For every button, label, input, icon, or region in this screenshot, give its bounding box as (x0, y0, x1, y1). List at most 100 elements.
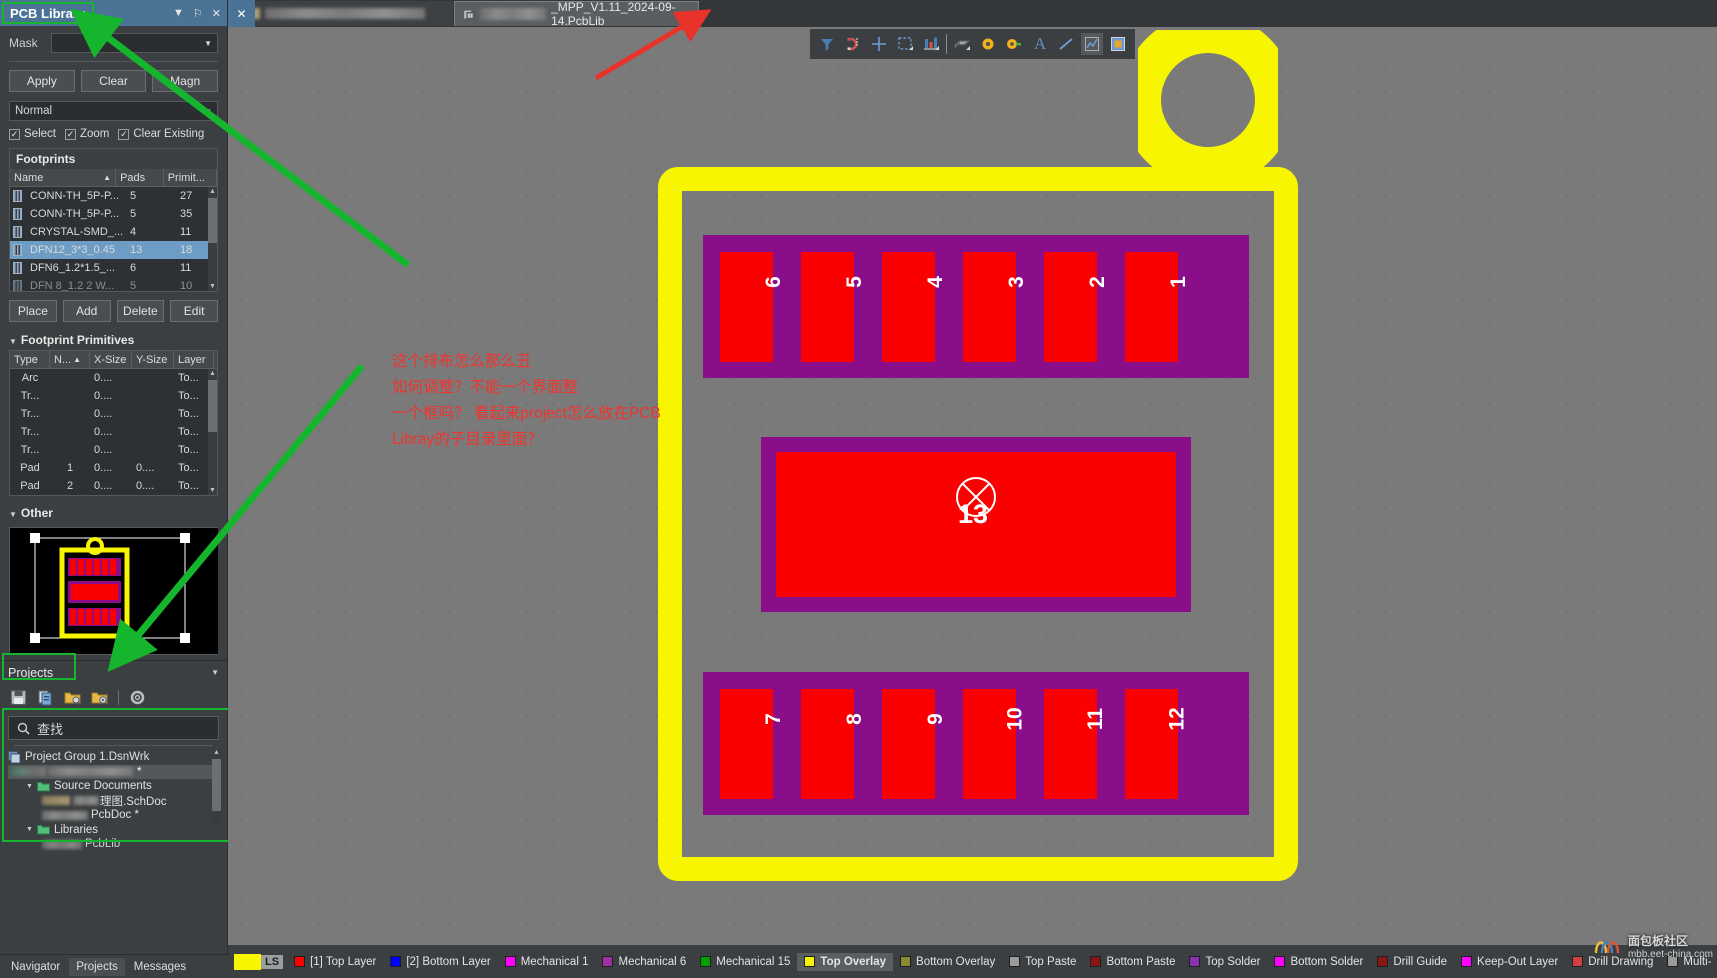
table-row[interactable]: Pad 2 0.... 0.... To... (10, 477, 217, 495)
scroll-thumb[interactable] (208, 380, 217, 432)
zoom-checkbox[interactable]: ✓ Zoom (64, 128, 109, 140)
tree-item-project-group[interactable]: Project Group 1.DsnWrk (8, 750, 219, 765)
place-button[interactable]: Place (9, 300, 57, 322)
layer-tab-bottom-overlay[interactable]: Bottom Overlay (893, 953, 1002, 971)
scroll-down-icon[interactable]: ▼ (208, 282, 217, 291)
primitives-rows[interactable]: Arc 0.... To... Tr... 0.... To... Tr... 0....… (10, 369, 217, 495)
project-tree[interactable]: Project Group 1.DsnWrk * ▼ Source Docume… (8, 748, 221, 852)
document-tab-inactive[interactable] (228, 1, 453, 26)
magnify-button[interactable]: Magn (152, 70, 219, 92)
scroll-up-icon[interactable]: ▲ (212, 748, 221, 757)
layer-tab-drill-guide[interactable]: Drill Guide (1370, 953, 1454, 971)
clear-existing-checkbox[interactable]: ✓ Clear Existing (118, 128, 204, 140)
line-icon[interactable] (1055, 33, 1077, 55)
layer-tab-top-solder[interactable]: Top Solder (1182, 953, 1267, 971)
filter-icon[interactable] (816, 33, 838, 55)
panel-dropdown-icon[interactable]: ▼ (173, 7, 184, 19)
clear-button[interactable]: Clear (80, 70, 147, 92)
footprints-scrollbar[interactable]: ▲ ▼ (208, 187, 217, 291)
tab-messages[interactable]: Messages (127, 958, 193, 976)
primitives-col-layer[interactable]: Layer (174, 351, 214, 368)
table-row[interactable]: CRYSTAL-SMD_... 4 11 (10, 223, 217, 241)
footprints-rows[interactable]: CONN-TH_5P-P... 5 27 CONN-TH_5P-P... 5 35 CR… (10, 187, 217, 291)
select-checkbox[interactable]: ✓ Select (9, 128, 56, 140)
layer-tab-top-overlay[interactable]: Top Overlay (797, 952, 894, 971)
footprint-preview[interactable] (9, 527, 218, 655)
table-row[interactable]: Tr... 0.... To... (10, 441, 217, 459)
layer-set-button[interactable]: LS (234, 953, 284, 970)
copy-icon[interactable] (37, 689, 54, 706)
primitives-col-n[interactable]: N... ▲ (50, 351, 90, 368)
tab-navigator[interactable]: Navigator (4, 958, 67, 976)
add-button[interactable]: Add (62, 300, 111, 322)
pcb-canvas[interactable]: A 6 5 4 3 2 1 7 8 9 10 11 12 13 这个排布怎么那么… (228, 27, 1717, 945)
table-row-selected[interactable]: DFN12_3*3_0.45 13 18 (10, 241, 217, 259)
close-icon[interactable]: ✕ (228, 0, 255, 27)
panel-close-icon[interactable]: ✕ (212, 7, 221, 20)
tree-item-pcblib[interactable]: PcbLib (8, 837, 219, 852)
projects-panel-header[interactable]: Projects ▼ (0, 660, 227, 684)
layer-tab-bottom-solder[interactable]: Bottom Solder (1267, 953, 1370, 971)
primitives-col-type[interactable]: Type (10, 351, 50, 368)
table-row[interactable]: CONN-TH_5P-P... 5 35 (10, 205, 217, 223)
table-row[interactable]: Tr... 0.... To... (10, 423, 217, 441)
layer-tab-mechanical-15[interactable]: Mechanical 15 (693, 953, 797, 971)
dimension-icon[interactable] (1081, 33, 1103, 55)
primitives-col-xsize[interactable]: X-Size (90, 351, 132, 368)
tree-item-pcbdoc[interactable]: PcbDoc * (8, 808, 219, 823)
document-tab-active[interactable]: _MPP_V1.11_2024-09-14.PcbLib (454, 0, 699, 28)
primitives-col-ysize[interactable]: Y-Size (132, 351, 174, 368)
polygon-icon[interactable] (1107, 33, 1129, 55)
scroll-thumb[interactable] (212, 759, 221, 811)
footprints-col-pads[interactable]: Pads (116, 169, 164, 186)
primitives-section-header[interactable]: ▼ Footprint Primitives (0, 329, 227, 350)
mask-mode-select[interactable]: Normal ▼ (9, 101, 218, 121)
scroll-up-icon[interactable]: ▲ (208, 187, 217, 196)
tree-item-project[interactable]: * (8, 764, 219, 779)
selection-rect-icon[interactable] (894, 33, 916, 55)
text-icon[interactable]: A (1029, 33, 1051, 55)
delete-button[interactable]: Delete (116, 300, 165, 322)
component-icon[interactable] (951, 33, 973, 55)
settings-gear-icon[interactable] (129, 689, 146, 706)
open-folder-gear-icon[interactable] (91, 689, 108, 706)
tab-projects[interactable]: Projects (69, 957, 125, 976)
layer-tab-top-layer[interactable]: [1] Top Layer (287, 953, 383, 971)
chevron-down-icon[interactable]: ▼ (211, 668, 219, 677)
apply-button[interactable]: Apply (9, 70, 75, 92)
scroll-down-icon[interactable]: ▼ (208, 486, 217, 495)
tree-item-schdoc[interactable]: 理图.SchDoc (8, 794, 219, 809)
table-row[interactable]: Tr... 0.... To... (10, 387, 217, 405)
mask-input[interactable]: ▼ (51, 33, 218, 53)
table-row[interactable]: DFN 8_1.2 2 W... 5 10 (10, 277, 217, 291)
layer-tab-keep-out-layer[interactable]: Keep-Out Layer (1454, 953, 1565, 971)
layer-tab-mechanical-1[interactable]: Mechanical 1 (498, 953, 596, 971)
open-folder-search-icon[interactable] (64, 689, 81, 706)
layer-stack-icon[interactable] (920, 33, 942, 55)
layer-tab-bottom-paste[interactable]: Bottom Paste (1083, 953, 1182, 971)
scroll-up-icon[interactable]: ▲ (208, 369, 217, 378)
other-section-header[interactable]: ▼ Other (0, 502, 227, 523)
layer-tab-top-paste[interactable]: Top Paste (1002, 953, 1083, 971)
footprints-col-name[interactable]: Name ▲ (10, 169, 117, 186)
primitives-scrollbar[interactable]: ▲ ▼ (208, 369, 217, 495)
tree-item-source-documents[interactable]: ▼ Source Documents (8, 779, 219, 794)
scroll-thumb[interactable] (208, 198, 217, 243)
footprints-col-primitives[interactable]: Primit... (164, 169, 217, 186)
expander-icon[interactable]: ▼ (26, 826, 33, 833)
via-icon[interactable] (977, 33, 999, 55)
table-row[interactable]: Arc 0.... To... (10, 369, 217, 387)
pad-icon[interactable] (1003, 33, 1025, 55)
panel-pin-icon[interactable]: ⚐ (193, 7, 203, 20)
expander-icon[interactable]: ▼ (26, 783, 33, 790)
layer-tab-bottom-layer[interactable]: [2] Bottom Layer (383, 953, 497, 971)
crosshair-icon[interactable] (868, 33, 890, 55)
table-row[interactable]: DFN6_1.2*1.5_... 6 11 (10, 259, 217, 277)
save-icon[interactable] (10, 689, 27, 706)
search-input[interactable]: 查找 (8, 716, 219, 740)
edit-button[interactable]: Edit (170, 300, 218, 322)
layer-tab-mechanical-6[interactable]: Mechanical 6 (595, 953, 693, 971)
tree-scrollbar[interactable]: ▲ (212, 748, 221, 828)
table-row[interactable]: CONN-TH_5P-P... 5 27 (10, 187, 217, 205)
table-row[interactable]: Tr... 0.... To... (10, 405, 217, 423)
